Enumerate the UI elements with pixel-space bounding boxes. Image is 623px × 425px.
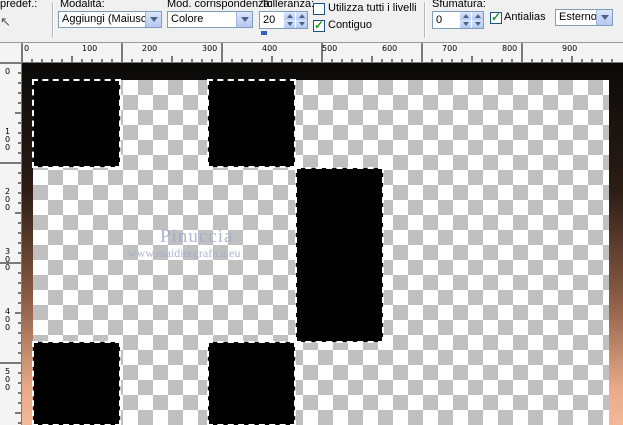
selected-square[interactable] — [32, 79, 121, 168]
spin-down-icon[interactable] — [460, 20, 471, 28]
ruler-top-label: 700 — [442, 44, 458, 53]
watermark-logo-title: Pinuccia — [160, 226, 234, 247]
antialias-mode-select[interactable]: Esterno — [555, 9, 613, 26]
spin-down-icon[interactable] — [284, 20, 295, 28]
vertical-ruler[interactable]: 0 100 200 300 400 500 — [0, 62, 22, 425]
tool-options-bar: predef.: ↖ Modalità: Aggiungi (Maiusc) M… — [0, 0, 623, 43]
selected-square[interactable] — [32, 341, 121, 425]
preset-label: predef.: — [0, 0, 38, 10]
match-mode-label: Mod. corrispondenza: — [167, 0, 273, 10]
modality-select[interactable]: Aggiungi (Maiusc) — [58, 11, 162, 28]
chevron-down-icon[interactable] — [596, 10, 612, 25]
chevron-down-icon[interactable] — [145, 12, 161, 27]
selected-rectangle[interactable] — [295, 167, 384, 343]
image-canvas[interactable] — [32, 79, 609, 425]
ruler-left-label: 0 — [5, 67, 11, 76]
use-all-layers-checkbox[interactable] — [313, 3, 325, 15]
feather-spinner[interactable] — [460, 12, 471, 28]
ruler-top-label: 400 — [262, 44, 278, 53]
match-mode-value: Colore — [171, 13, 204, 25]
ruler-left-label: 200 — [5, 187, 11, 212]
tolerance-input[interactable]: 20 — [259, 11, 308, 29]
modality-label: Modalità: — [60, 0, 105, 10]
contiguous-label: Contiguo — [328, 19, 373, 31]
antialias-checkbox[interactable]: ✓ — [490, 10, 502, 24]
selected-square[interactable] — [207, 341, 296, 425]
antialias-mode-value: Esterno — [559, 11, 597, 23]
antialias-label: Antialias — [504, 11, 546, 23]
feather-value: 0 — [436, 14, 443, 26]
chevron-down-icon[interactable] — [236, 12, 252, 27]
check-icon: ✓ — [491, 10, 502, 24]
tolerance-label: Tolleranza: — [261, 0, 315, 10]
separator — [52, 2, 54, 38]
ruler-top-label: 900 — [562, 44, 578, 53]
tolerance-spinner[interactable] — [284, 12, 295, 28]
selected-square[interactable] — [207, 79, 296, 168]
ruler-top-label: 0 — [24, 44, 30, 53]
ruler-top-label: 600 — [382, 44, 398, 53]
ruler-top-label: 500 — [322, 44, 338, 53]
ruler-top-label: 300 — [202, 44, 218, 53]
feather-input[interactable]: 0 — [432, 11, 484, 29]
ruler-left-label: 500 — [5, 367, 11, 392]
tolerance-slider-handle[interactable] — [261, 31, 267, 35]
spin-up-icon[interactable] — [284, 12, 295, 20]
spin-up-icon[interactable] — [296, 12, 307, 20]
watermark-logo-url: www.maidiregrafica.eu — [128, 246, 241, 260]
feather-spinner-2[interactable] — [472, 12, 483, 28]
spin-down-icon[interactable] — [296, 20, 307, 28]
use-all-layers-label: Utilizza tutti i livelli — [328, 2, 417, 14]
tolerance-spinner-2[interactable] — [296, 12, 307, 28]
feather-label: Sfumatura: — [432, 0, 486, 10]
modality-value: Aggiungi (Maiusc) — [62, 13, 151, 25]
separator — [424, 2, 426, 38]
spin-up-icon[interactable] — [472, 12, 483, 20]
canvas-workspace[interactable] — [22, 63, 623, 425]
match-mode-select[interactable]: Colore — [167, 11, 253, 28]
ruler-top-label: 800 — [502, 44, 518, 53]
ruler-left-label: 100 — [5, 127, 11, 152]
spin-down-icon[interactable] — [472, 20, 483, 28]
horizontal-ruler[interactable]: 0 100 200 300 400 500 600 700 800 900 — [0, 43, 623, 63]
ruler-left-label: 400 — [5, 307, 11, 332]
check-icon: ✓ — [314, 18, 325, 32]
tolerance-value: 20 — [263, 14, 276, 26]
ruler-top-label: 100 — [82, 44, 98, 53]
ruler-left-label: 300 — [5, 247, 11, 272]
contiguous-checkbox[interactable]: ✓ — [313, 18, 325, 32]
ruler-top-label: 200 — [142, 44, 158, 53]
spin-up-icon[interactable] — [460, 12, 471, 20]
preset-arrow-icon[interactable]: ↖ — [0, 14, 11, 30]
